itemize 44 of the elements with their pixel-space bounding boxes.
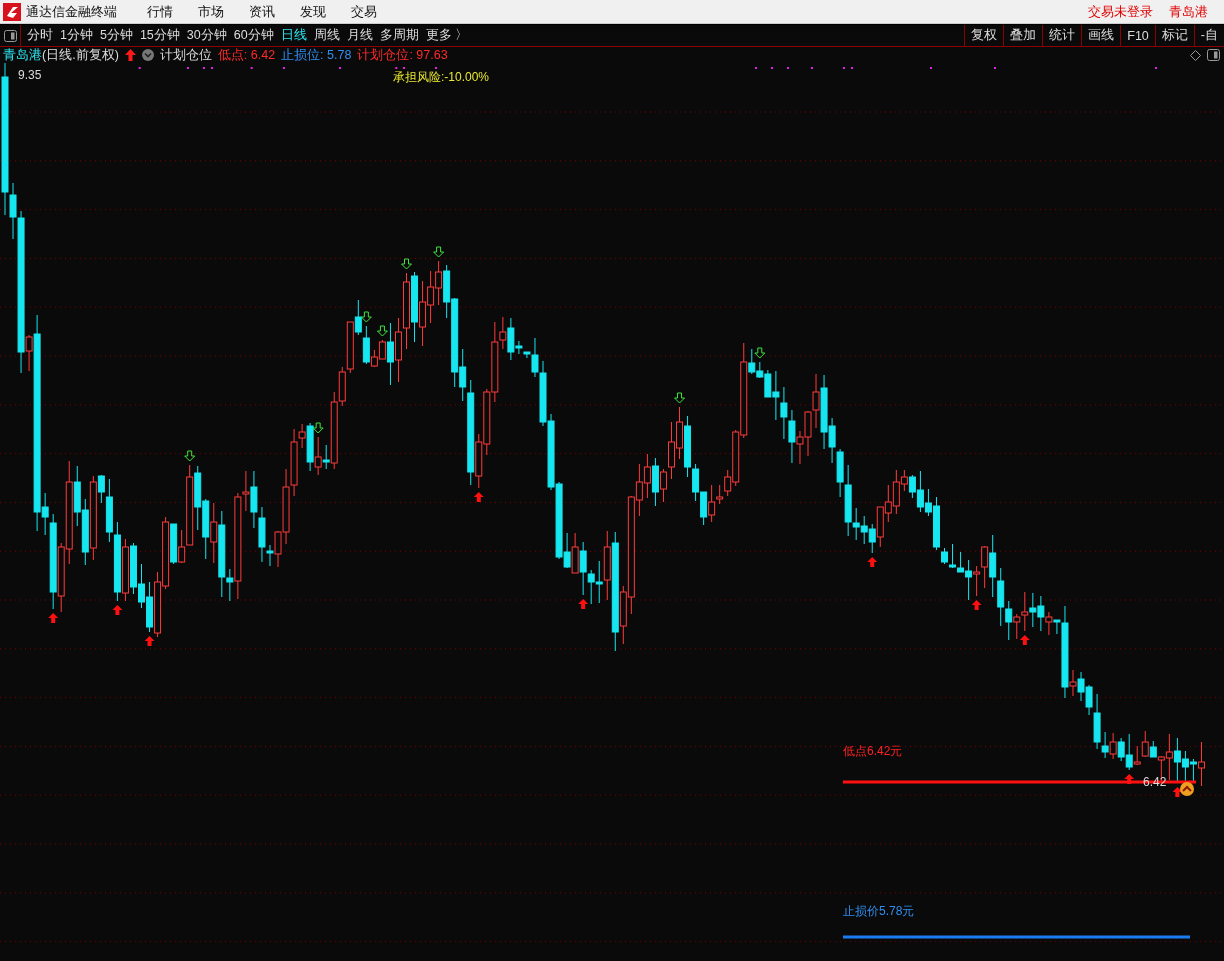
indicator-name[interactable]: 计划仓位: [159, 46, 212, 64]
stop-loss-label: 止损价5.78元: [843, 903, 915, 920]
toolbar-button[interactable]: F10: [1120, 25, 1155, 46]
period-tab[interactable]: 多周期: [379, 27, 419, 44]
toolbar-button[interactable]: 统计: [1042, 25, 1082, 46]
period-tab[interactable]: 5分钟: [99, 27, 133, 44]
stock-name: 青岛港: [3, 46, 42, 64]
low-point-label: 低点6.42元: [843, 743, 903, 760]
status-text: 青岛港: [1169, 2, 1208, 21]
menu-item[interactable]: 行情: [147, 2, 173, 21]
dropdown-icon[interactable]: [141, 49, 154, 61]
period-tab[interactable]: 分时: [27, 27, 53, 44]
panel-toggle-icon[interactable]: [1207, 49, 1220, 61]
chart-mode-label: (日线.前复权): [42, 46, 119, 64]
low-point-value: 低点: 6.42: [217, 46, 276, 64]
period-tab[interactable]: 15分钟: [139, 27, 180, 44]
stop-loss-value: 止损位: 5.78: [281, 46, 352, 64]
toolbar-button[interactable]: -自: [1193, 25, 1224, 46]
toolbar-button[interactable]: 叠加: [1003, 25, 1043, 46]
period-tab[interactable]: 周线: [313, 27, 340, 44]
price-marker-label: 6.42: [1143, 775, 1167, 789]
period-tab[interactable]: 日线: [280, 27, 307, 44]
period-tab[interactable]: 月线: [346, 27, 373, 44]
menu-item[interactable]: 发现: [300, 2, 326, 21]
status-text: 交易未登录: [1088, 2, 1153, 21]
diamond-icon[interactable]: [1190, 49, 1201, 61]
panel-toggle-icon[interactable]: [3, 29, 17, 42]
chevron-up-icon: [1180, 782, 1194, 796]
position-value: 计划仓位: 97.63: [357, 46, 448, 64]
toolbar-button[interactable]: 画线: [1081, 25, 1121, 46]
toolbar-button[interactable]: 复权: [964, 25, 1004, 46]
up-arrow-icon: [124, 49, 136, 61]
app-logo-icon: [3, 2, 21, 21]
high-price-label: 9.35: [18, 68, 42, 82]
period-tab[interactable]: 更多 〉: [425, 27, 469, 44]
app-title: 通达信金融终端: [26, 2, 117, 21]
menu-item[interactable]: 资讯: [249, 2, 275, 21]
period-tab[interactable]: 30分钟: [186, 27, 227, 44]
menu-item[interactable]: 市场: [198, 2, 224, 21]
toolbar-button[interactable]: 标记: [1154, 25, 1194, 46]
period-tab[interactable]: 60分钟: [233, 27, 274, 44]
period-tab[interactable]: 1分钟: [60, 27, 93, 44]
menu-item[interactable]: 交易: [351, 2, 377, 21]
risk-label: 承担风险:-10.00%: [393, 69, 490, 86]
